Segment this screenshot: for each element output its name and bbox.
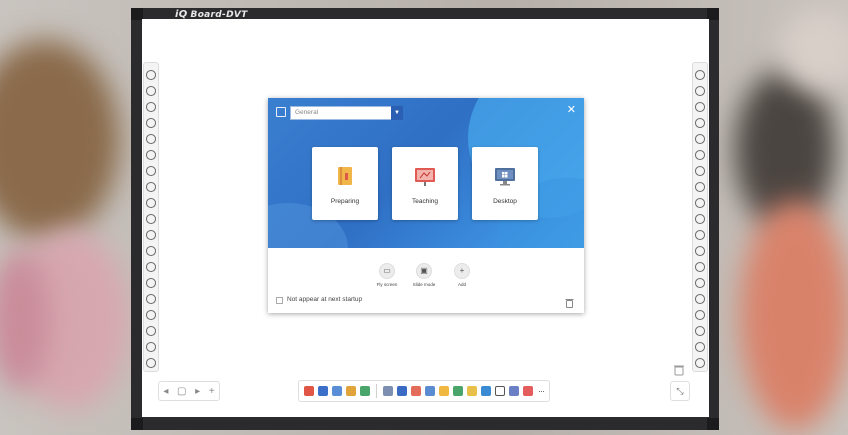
- fill-icon[interactable]: [481, 386, 491, 396]
- frame-corner: [131, 418, 143, 430]
- zoom-icon[interactable]: [146, 294, 156, 304]
- back-icon[interactable]: [146, 102, 156, 112]
- pen-icon[interactable]: [146, 182, 156, 192]
- drag-dots-icon[interactable]: [695, 262, 705, 272]
- close-icon[interactable]: ✕: [567, 103, 576, 116]
- pen-icon[interactable]: [146, 214, 156, 224]
- settings-icon[interactable]: [695, 134, 705, 144]
- add-page-icon[interactable]: +: [209, 386, 215, 397]
- collapse-icon[interactable]: ⤡: [670, 381, 690, 401]
- bottom-toolbar: ···: [298, 380, 550, 402]
- undo-icon[interactable]: [425, 386, 435, 396]
- dialog-header: General ▼ ✕ Preparing Teaching Desktop: [268, 98, 584, 248]
- monitor-icon: [494, 165, 516, 187]
- prev-page-icon[interactable]: ◂: [163, 386, 168, 397]
- magic-icon[interactable]: [695, 278, 705, 288]
- eraser-icon[interactable]: [523, 386, 533, 396]
- menu-icon[interactable]: [276, 107, 286, 117]
- start-mode-dialog: General ▼ ✕ Preparing Teaching Desktop ▭…: [268, 98, 584, 313]
- cursor-icon[interactable]: [383, 386, 393, 396]
- frame-corner: [707, 418, 719, 430]
- add-icon[interactable]: [695, 342, 705, 352]
- pen-icon[interactable]: [695, 182, 705, 192]
- eraser-icon[interactable]: [695, 246, 705, 256]
- monitor-icon[interactable]: [332, 386, 342, 396]
- fly-screen-icon: ▭: [379, 263, 395, 279]
- right-sidebar-toolbar: [692, 62, 708, 372]
- mode-label: Teaching: [411, 198, 439, 205]
- text-icon[interactable]: [495, 386, 505, 396]
- mode-label: Desktop: [493, 198, 517, 205]
- undo-icon[interactable]: [695, 150, 705, 160]
- book-icon: [334, 165, 356, 187]
- more-tools-button[interactable]: ···: [538, 386, 545, 396]
- magic-icon[interactable]: [146, 278, 156, 288]
- calculator-icon[interactable]: [146, 326, 156, 336]
- page-thumbnail-icon[interactable]: ▢: [177, 386, 186, 397]
- mode-label: Preparing: [330, 198, 360, 205]
- chevron-down-icon[interactable]: ▼: [391, 106, 403, 120]
- home-icon[interactable]: [318, 386, 328, 396]
- power-icon[interactable]: [146, 358, 156, 368]
- trash-icon[interactable]: [565, 295, 574, 308]
- forward-icon[interactable]: [146, 118, 156, 128]
- record-icon[interactable]: [304, 386, 314, 396]
- capture-icon[interactable]: [695, 310, 705, 320]
- back-icon[interactable]: [695, 102, 705, 112]
- pen-icon[interactable]: [695, 230, 705, 240]
- tool-label: Slide mode: [412, 282, 436, 287]
- image-icon[interactable]: [360, 386, 370, 396]
- mode-card-teaching[interactable]: Teaching: [392, 147, 458, 220]
- category-select[interactable]: General ▼: [290, 106, 403, 120]
- mode-card-desktop[interactable]: Desktop: [472, 147, 538, 220]
- save-icon[interactable]: [146, 86, 156, 96]
- pen-icon[interactable]: [695, 214, 705, 224]
- pen-icon[interactable]: [146, 230, 156, 240]
- save-icon[interactable]: [695, 86, 705, 96]
- select-icon[interactable]: [695, 166, 705, 176]
- fly-screen-button[interactable]: ▭ Fly screen: [367, 263, 407, 287]
- pen-icon[interactable]: [695, 198, 705, 208]
- slide-mode-icon: ▣: [416, 263, 432, 279]
- calculator-icon[interactable]: [695, 326, 705, 336]
- board-brand-logo: iQ Board-DVT: [175, 9, 248, 20]
- forward-icon[interactable]: [695, 118, 705, 128]
- tool-label: Add: [457, 282, 466, 287]
- chalkboard-icon: [414, 165, 436, 187]
- add-icon[interactable]: [146, 342, 156, 352]
- hand-icon[interactable]: [439, 386, 449, 396]
- file-icon[interactable]: [695, 70, 705, 80]
- shapes-icon[interactable]: [467, 386, 477, 396]
- file-icon[interactable]: [146, 70, 156, 80]
- highlighter-icon[interactable]: [411, 386, 421, 396]
- left-sidebar-toolbar: [143, 62, 159, 372]
- category-select-value: General: [295, 109, 319, 116]
- page-navigation: ◂ ▢ ▸ +: [158, 381, 220, 401]
- startup-checkbox[interactable]: [276, 297, 283, 304]
- board-trash-icon[interactable]: [673, 363, 685, 376]
- slide-mode-button[interactable]: ▣ Slide mode: [404, 263, 444, 287]
- folder-icon[interactable]: [346, 386, 356, 396]
- tool-label: Fly screen: [376, 282, 398, 287]
- drag-dots-icon[interactable]: [146, 262, 156, 272]
- pen-icon[interactable]: [397, 386, 407, 396]
- check-icon[interactable]: [453, 386, 463, 396]
- next-page-icon[interactable]: ▸: [195, 386, 200, 397]
- startup-checkbox-label: Not appear at next startup: [287, 296, 363, 303]
- power-icon[interactable]: [695, 358, 705, 368]
- eraser-icon[interactable]: [146, 246, 156, 256]
- mode-card-preparing[interactable]: Preparing: [312, 147, 378, 220]
- pen-icon[interactable]: [146, 198, 156, 208]
- undo-icon[interactable]: [146, 150, 156, 160]
- plus-icon: +: [454, 263, 470, 279]
- settings-icon[interactable]: [146, 134, 156, 144]
- zoom-icon[interactable]: [695, 294, 705, 304]
- crop-icon[interactable]: [509, 386, 519, 396]
- capture-icon[interactable]: [146, 310, 156, 320]
- toolbar-divider: [376, 384, 377, 398]
- select-icon[interactable]: [146, 166, 156, 176]
- add-button[interactable]: + Add: [442, 263, 482, 287]
